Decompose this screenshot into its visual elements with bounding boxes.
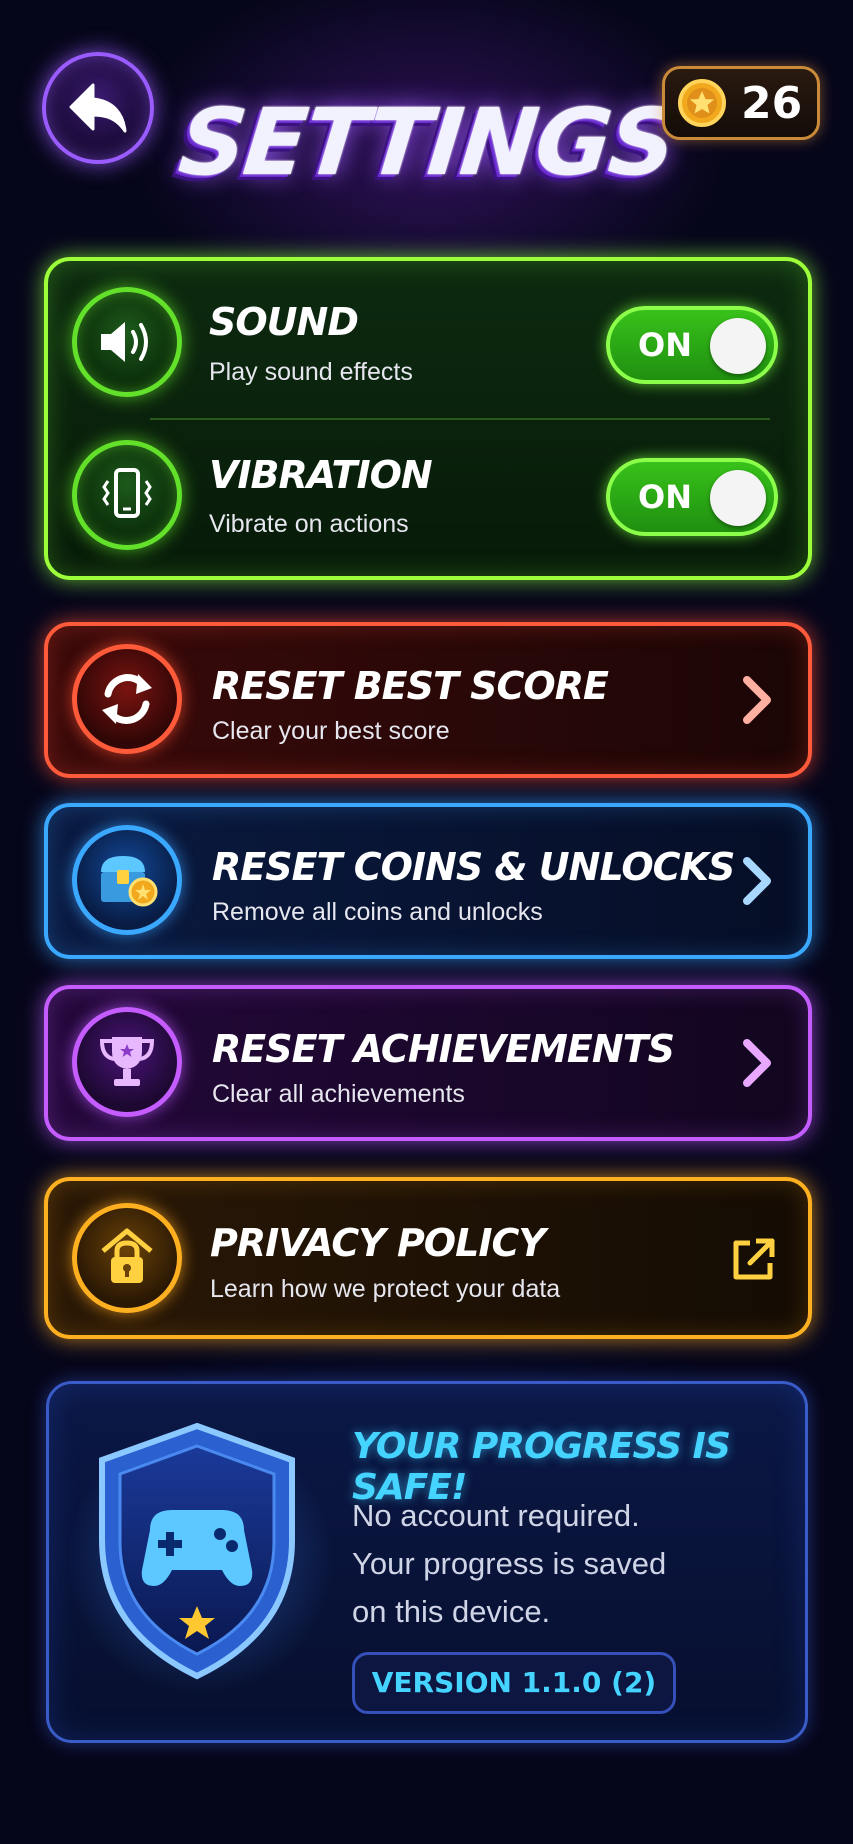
trophy-icon — [99, 1037, 155, 1086]
version-badge: VERSION 1.1.0 (2) — [352, 1652, 676, 1714]
sound-icon-badge — [72, 287, 182, 397]
arrow-left-icon — [69, 83, 127, 133]
progress-safe-line-3: on this device. — [352, 1594, 551, 1629]
treasure-chest-icon-badge — [72, 825, 182, 935]
external-link-icon — [733, 1238, 775, 1280]
speaker-icon — [101, 322, 148, 362]
lock-icon-badge — [72, 1203, 182, 1313]
privacy-policy-subtitle: Learn how we protect your data — [210, 1275, 561, 1303]
vibration-title: VIBRATION — [209, 453, 433, 497]
reset-achievements-subtitle: Clear all achievements — [212, 1080, 465, 1108]
coin-star-icon — [678, 79, 726, 127]
sound-toggle-knob — [710, 318, 766, 374]
vibration-icon-badge — [72, 440, 182, 550]
reset-achievements-title: RESET ACHIEVEMENTS — [212, 1027, 675, 1071]
vibration-toggle-label: ON — [638, 478, 692, 516]
sound-title: SOUND — [209, 300, 359, 344]
divider — [150, 418, 770, 420]
sound-toggle-label: ON — [638, 326, 692, 364]
refresh-icon-badge — [72, 644, 182, 754]
vibration-subtitle: Vibrate on actions — [209, 510, 409, 538]
privacy-policy-button[interactable]: PRIVACY POLICY Learn how we protect your… — [44, 1177, 812, 1339]
back-button[interactable] — [42, 52, 154, 164]
sound-subtitle: Play sound effects — [209, 358, 413, 386]
progress-safe-line-2: Your progress is saved — [352, 1546, 667, 1581]
chevron-right-icon — [743, 1039, 771, 1087]
privacy-policy-title: PRIVACY POLICY — [210, 1221, 546, 1265]
trophy-icon-badge — [72, 1007, 182, 1117]
reset-coins-unlocks-title: RESET COINS & UNLOCKS — [212, 845, 735, 889]
refresh-icon — [102, 674, 152, 724]
vibration-toggle[interactable]: ON — [606, 458, 778, 536]
reset-coins-unlocks-button[interactable]: RESET COINS & UNLOCKS Remove all coins a… — [44, 803, 812, 959]
reset-coins-unlocks-subtitle: Remove all coins and unlocks — [212, 898, 543, 926]
reset-achievements-button[interactable]: RESET ACHIEVEMENTS Clear all achievement… — [44, 985, 812, 1141]
vibration-phone-icon — [102, 468, 152, 518]
progress-safe-line-1: No account required. — [352, 1498, 640, 1533]
page-title: SETTINGS — [174, 89, 680, 196]
coin-count: 26 — [741, 77, 803, 129]
lock-icon — [101, 1228, 153, 1283]
chevron-right-icon — [743, 676, 771, 724]
shield-gamepad-icon — [99, 1422, 295, 1680]
coin-counter: 26 — [662, 66, 820, 140]
treasure-chest-icon — [101, 856, 158, 907]
vibration-toggle-knob — [710, 470, 766, 526]
sound-toggle[interactable]: ON — [606, 306, 778, 384]
reset-best-score-subtitle: Clear your best score — [212, 717, 450, 745]
chevron-right-icon — [743, 857, 771, 905]
reset-best-score-button[interactable]: RESET BEST SCORE Clear your best score — [44, 622, 812, 778]
reset-best-score-title: RESET BEST SCORE — [212, 664, 609, 708]
